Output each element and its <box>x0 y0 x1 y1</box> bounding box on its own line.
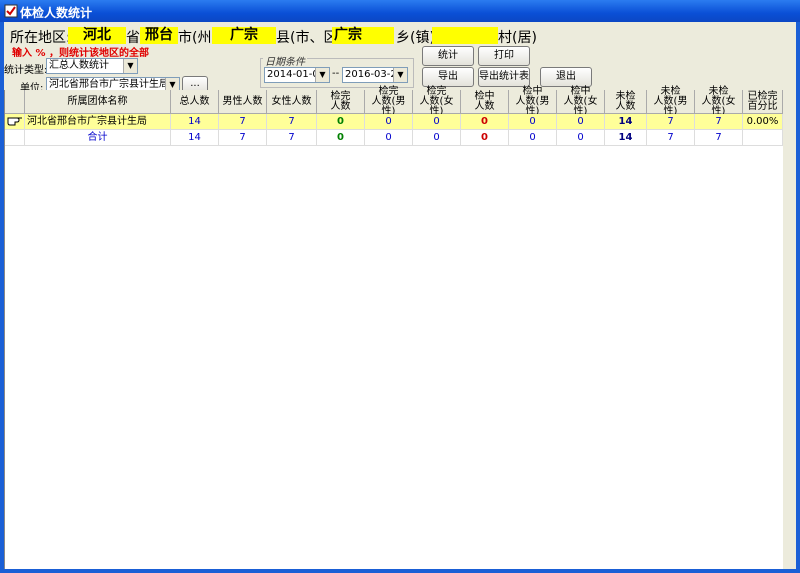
main-panel: 所在地区: 河北 省 邢台 市(州) 广宗 县(市、区) 广宗 乡(镇) 村(居… <box>4 22 796 569</box>
stat-type-label: 统计类型: <box>4 65 48 76</box>
data-grid[interactable]: 所属团体名称 总人数 男性人数 女性人数 检完 人数 检完 人数(男性) 检完 人数(女性)… <box>4 86 783 569</box>
title-bar: 体检人数统计 <box>0 0 800 22</box>
table-cell[interactable]: 7 <box>267 130 317 146</box>
row-name-cell[interactable]: 合计 <box>25 130 171 146</box>
table-cell[interactable]: 0.00% <box>743 114 783 130</box>
hint-text: 输入 % ，则统计该地区的全部 <box>12 48 149 59</box>
column-header[interactable]: 检中 人数(女性) <box>557 86 605 116</box>
column-header[interactable]: 检完 人数(男性) <box>365 86 413 116</box>
table-cell[interactable] <box>743 130 783 146</box>
table-cell[interactable]: 0 <box>509 114 557 130</box>
column-header[interactable]: 检完 人数(女性) <box>413 86 461 116</box>
date-group-label: 日期条件 <box>263 53 307 68</box>
table-cell[interactable]: 0 <box>557 130 605 146</box>
village-field[interactable] <box>432 27 498 44</box>
row-name-cell[interactable]: 河北省邢台市广宗县计生局 <box>25 114 171 130</box>
table-cell[interactable]: 7 <box>695 114 743 130</box>
window-title: 体检人数统计 <box>20 6 93 20</box>
table-cell[interactable]: 7 <box>647 130 695 146</box>
column-header[interactable]: 所属团体名称 <box>25 90 171 114</box>
table-cell[interactable]: 7 <box>647 114 695 130</box>
column-header[interactable]: 未检 人数(女性) <box>695 86 743 116</box>
column-header[interactable]: 未检 人数 <box>605 90 647 114</box>
table-cell[interactable]: 0 <box>413 114 461 130</box>
unit-value: 河北省邢台市广宗县计生局 <box>49 79 169 90</box>
town-field[interactable]: 广宗 <box>332 27 394 44</box>
table-cell[interactable]: 14 <box>605 114 647 130</box>
village-suffix: 村(居) <box>498 30 537 46</box>
date-separator: -- <box>332 68 340 79</box>
row-indicator-header <box>5 90 25 114</box>
column-header[interactable]: 未检 人数(男性) <box>647 86 695 116</box>
column-header[interactable]: 检中 人数 <box>461 90 509 114</box>
stat-button[interactable]: 统计 <box>422 46 474 66</box>
table-cell[interactable]: 7 <box>219 114 267 130</box>
province-field[interactable]: 河北 <box>68 27 126 44</box>
table-cell[interactable]: 0 <box>557 114 605 130</box>
table-cell[interactable]: 0 <box>509 130 557 146</box>
table-cell[interactable]: 0 <box>365 114 413 130</box>
table-cell[interactable]: 7 <box>695 130 743 146</box>
table-cell[interactable]: 14 <box>605 130 647 146</box>
table-cell[interactable]: 7 <box>219 130 267 146</box>
column-header[interactable]: 女性人数 <box>267 90 317 114</box>
pointing-hand-icon <box>7 117 22 126</box>
table-cell[interactable]: 7 <box>267 114 317 130</box>
stat-type-value: 汇总人数统计 <box>49 60 109 71</box>
table-cell[interactable]: 0 <box>365 130 413 146</box>
column-header[interactable]: 已检完 百分比 <box>743 90 783 114</box>
chevron-down-icon[interactable]: ▼ <box>393 68 407 82</box>
column-header[interactable]: 男性人数 <box>219 90 267 114</box>
column-header[interactable]: 总人数 <box>171 90 219 114</box>
table-cell[interactable]: 0 <box>461 130 509 146</box>
export-button[interactable]: 导出 <box>422 67 474 87</box>
row-indicator[interactable] <box>5 130 25 146</box>
stat-type-select[interactable]: 汇总人数统计 ▼ <box>46 58 138 74</box>
table-cell[interactable]: 0 <box>461 114 509 130</box>
city-field[interactable]: 邢台 <box>140 27 178 44</box>
table-cell[interactable]: 14 <box>171 114 219 130</box>
export-table-button[interactable]: 导出统计表 <box>478 67 530 87</box>
column-header[interactable]: 检完 人数 <box>317 90 365 114</box>
table-cell[interactable]: 0 <box>317 130 365 146</box>
date-to-picker[interactable]: 2016-03-24 ▼ <box>342 67 408 83</box>
column-header[interactable]: 检中 人数(男性) <box>509 86 557 116</box>
checkmark-app-icon <box>4 4 18 18</box>
exit-button[interactable]: 退出 <box>540 67 592 87</box>
chevron-down-icon[interactable]: ▼ <box>315 68 329 82</box>
chevron-down-icon[interactable]: ▼ <box>123 59 137 73</box>
row-indicator[interactable] <box>5 114 25 130</box>
print-button[interactable]: 打印 <box>478 46 530 66</box>
table-cell[interactable]: 0 <box>317 114 365 130</box>
date-from-picker[interactable]: 2014-01-01 ▼ <box>264 67 330 83</box>
table-cell[interactable]: 0 <box>413 130 461 146</box>
town-suffix: 乡(镇) <box>396 30 435 46</box>
county-field[interactable]: 广宗 <box>212 27 276 44</box>
table-cell[interactable]: 14 <box>171 130 219 146</box>
